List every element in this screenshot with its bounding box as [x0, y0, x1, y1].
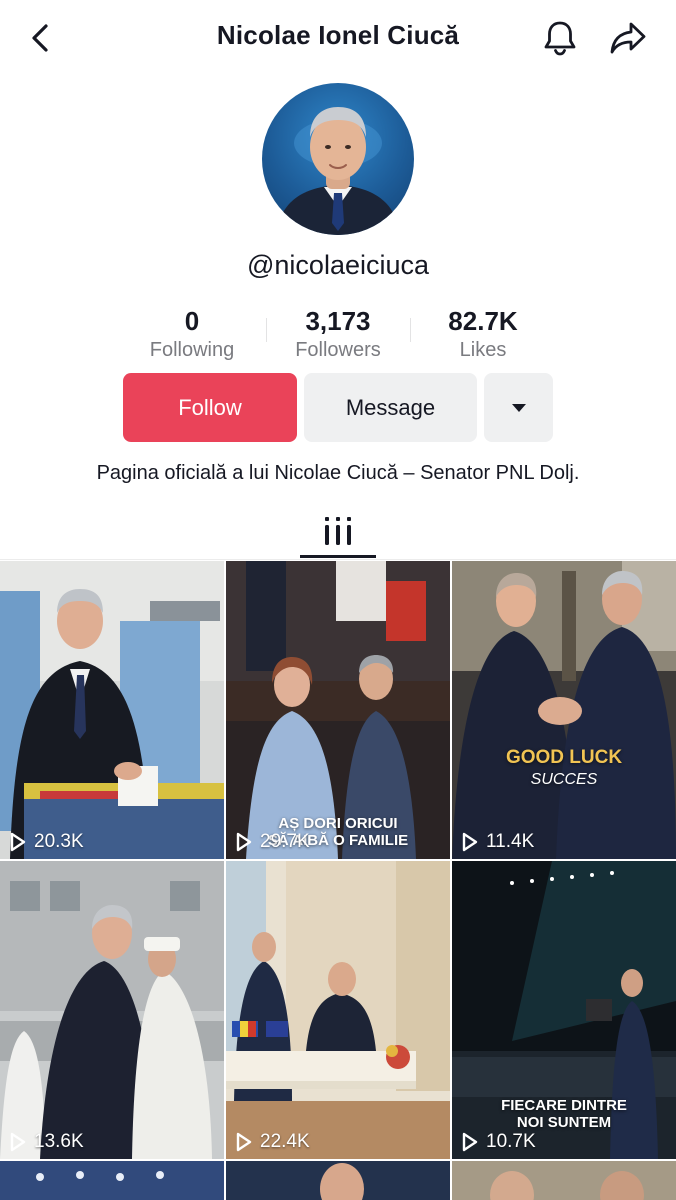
video-tile[interactable]: GOOD LUCK SUCCES 11.4K	[452, 561, 676, 859]
video-tile[interactable]: FIECARE DINTRE NOI SUNTEM 10.7K	[452, 861, 676, 1159]
stat-followers[interactable]: 3,173 Followers	[273, 306, 403, 364]
username: @nicolaeiciuca	[247, 250, 429, 280]
video-thumbnail	[0, 861, 224, 1159]
video-thumbnail	[452, 1161, 676, 1200]
notifications-button[interactable]	[538, 16, 582, 60]
stat-label: Likes	[459, 339, 507, 361]
video-thumbnail	[452, 561, 676, 859]
caption-line: NOI SUNTEM	[516, 1114, 612, 1131]
play-icon	[10, 832, 26, 852]
play-icon	[462, 832, 478, 852]
stat-value: 82.7K	[448, 306, 518, 336]
view-count: 13.6K	[10, 1131, 84, 1153]
view-count-value: 29.7K	[260, 831, 310, 852]
more-options-button[interactable]	[484, 373, 553, 442]
top-bar: Nicolae Ionel Ciucă	[0, 0, 676, 76]
video-caption: GOOD LUCK SUCCES	[452, 747, 676, 791]
caret-down-icon	[511, 403, 526, 412]
stat-likes[interactable]: 82.7K Likes	[418, 306, 548, 364]
caption-line: AȘ DORI ORICUI	[278, 815, 398, 832]
view-count: 10.7K	[462, 1131, 536, 1153]
view-count-value: 10.7K	[486, 1131, 536, 1152]
video-tile[interactable]	[226, 1161, 450, 1200]
view-count: 29.7K	[236, 831, 310, 853]
video-thumbnail	[0, 561, 224, 859]
grid-lines-icon	[325, 517, 351, 545]
caption-line: GOOD LUCK	[505, 747, 623, 768]
profile-stats: 0 Following 3,173 Followers 82.7K Likes	[120, 306, 556, 366]
divider	[410, 318, 411, 342]
stat-label: Followers	[295, 339, 381, 361]
caption-line: SUCCES	[530, 771, 598, 788]
view-count: 20.3K	[10, 831, 84, 853]
active-tab-indicator	[300, 555, 376, 558]
video-thumbnail	[226, 1161, 450, 1200]
content-tabs	[0, 506, 676, 560]
message-button[interactable]: Message	[304, 373, 477, 442]
bell-icon	[544, 21, 576, 56]
back-button[interactable]	[20, 18, 60, 58]
view-count-value: 13.6K	[34, 1131, 84, 1152]
stat-following[interactable]: 0 Following	[127, 306, 257, 364]
video-thumbnail	[0, 1161, 224, 1200]
stat-value: 3,173	[305, 306, 371, 336]
chevron-left-icon	[32, 24, 48, 52]
play-icon	[236, 1132, 252, 1152]
play-icon	[236, 832, 252, 852]
video-tile[interactable]	[452, 1161, 676, 1200]
video-tile[interactable]: 20.3K	[0, 561, 224, 859]
video-tile[interactable]	[0, 1161, 224, 1200]
follow-button[interactable]: Follow	[123, 373, 297, 442]
avatar[interactable]	[262, 83, 414, 235]
view-count: 22.4K	[236, 1131, 310, 1153]
profile-photo	[276, 107, 400, 235]
view-count-value: 20.3K	[34, 831, 84, 852]
stat-value: 0	[184, 306, 200, 336]
view-count-value: 22.4K	[260, 1131, 310, 1152]
stat-label: Following	[149, 339, 235, 361]
play-icon	[10, 1132, 26, 1152]
caption-line: FIECARE DINTRE	[501, 1097, 627, 1114]
video-thumbnail	[226, 861, 450, 1159]
play-icon	[462, 1132, 478, 1152]
view-count: 11.4K	[462, 831, 534, 853]
view-count-value: 11.4K	[486, 831, 535, 852]
video-tile[interactable]: 13.6K	[0, 861, 224, 1159]
video-tile[interactable]: 22.4K	[226, 861, 450, 1159]
share-arrow-icon	[610, 22, 646, 54]
divider	[266, 318, 267, 342]
share-button[interactable]	[606, 16, 650, 60]
tab-videos[interactable]	[300, 506, 376, 560]
video-tile[interactable]: AȘ DORI ORICUI SĂ AIBĂ O FAMILIE 29.7K	[226, 561, 450, 859]
profile-bio: Pagina oficială a lui Nicolae Ciucă – Se…	[96, 462, 580, 484]
video-caption: FIECARE DINTRE NOI SUNTEM	[452, 1097, 676, 1131]
